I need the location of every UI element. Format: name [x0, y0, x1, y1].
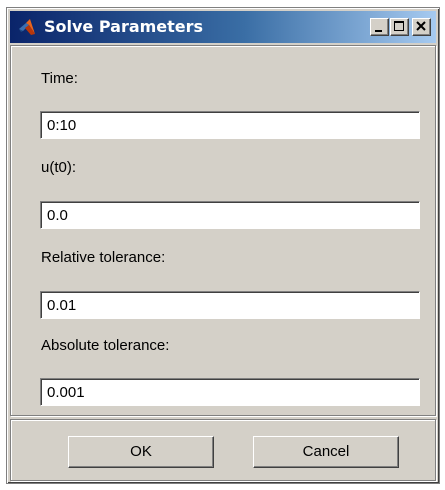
u-t0-label: u(t0):	[41, 159, 77, 176]
minimize-button[interactable]	[370, 18, 389, 36]
time-label: Time:	[41, 70, 78, 87]
matlab-icon	[17, 17, 37, 37]
cancel-button[interactable]: Cancel	[253, 436, 399, 468]
ok-button[interactable]: OK	[68, 436, 214, 468]
relative-tolerance-label: Relative tolerance:	[41, 249, 166, 266]
title-bar[interactable]: Solve Parameters	[10, 11, 436, 43]
u-t0-input[interactable]	[40, 201, 420, 229]
parameters-panel: Time: u(t0): Relative tolerance: Absolut…	[10, 45, 436, 416]
maximize-button[interactable]	[390, 18, 409, 36]
close-icon	[416, 21, 426, 31]
close-button[interactable]	[412, 18, 431, 36]
absolute-tolerance-label: Absolute tolerance:	[41, 337, 170, 354]
button-panel: OK Cancel	[10, 419, 436, 481]
relative-tolerance-input[interactable]	[40, 291, 420, 319]
minimize-icon	[375, 30, 382, 32]
time-input[interactable]	[40, 111, 420, 139]
solve-parameters-dialog: Solve Parameters Time: u(t0): Relative t…	[6, 7, 440, 484]
maximize-icon	[394, 21, 404, 31]
window-title: Solve Parameters	[44, 17, 204, 36]
absolute-tolerance-input[interactable]	[40, 378, 420, 406]
